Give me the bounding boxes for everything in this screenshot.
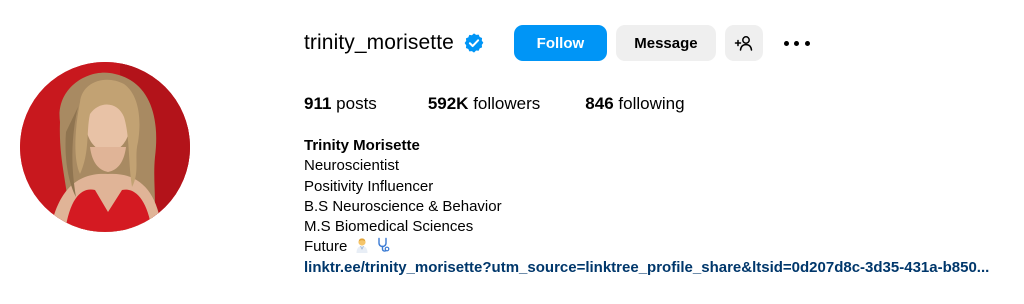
- bio-line: M.S Biomedical Sciences: [304, 218, 474, 236]
- more-options-icon[interactable]: [783, 25, 810, 61]
- bio-line-future: Future: [304, 237, 989, 257]
- bio-line: Neuroscientist: [304, 157, 400, 175]
- profile-username: trinity_morisette: [304, 31, 454, 54]
- following-stat[interactable]: 846 following: [585, 92, 684, 116]
- followers-stat[interactable]: 592K followers: [428, 92, 540, 116]
- bio-line: B.S Neuroscience & Behavior: [304, 197, 502, 215]
- followers-label: followers: [473, 94, 541, 113]
- avatar-image: [20, 62, 190, 232]
- bio-full-name: Trinity Morisette: [304, 137, 420, 154]
- posts-stat: 911 posts: [304, 92, 377, 116]
- posts-label: posts: [336, 94, 377, 113]
- follow-button[interactable]: Follow: [513, 25, 607, 61]
- bio-line-future-text: Future: [304, 238, 348, 256]
- scientist-emoji-icon: [356, 238, 368, 254]
- posts-count: 911: [304, 94, 332, 113]
- add-person-icon: [734, 36, 753, 51]
- verified-badge-icon: [463, 32, 485, 54]
- profile-avatar[interactable]: [20, 62, 190, 232]
- following-count: 846: [585, 94, 614, 113]
- profile-stats: 911 posts 592K followers 846 following: [304, 92, 685, 116]
- followers-count: 592K: [427, 94, 469, 113]
- profile-header: trinity_morisette Follow Message: [304, 25, 810, 61]
- following-label: following: [618, 94, 685, 113]
- bio-external-link[interactable]: linktr.ee/trinity_morisette?utm_source=l…: [304, 258, 989, 278]
- stethoscope-emoji-icon: [378, 238, 390, 253]
- profile-bio: Trinity Morisette Neuroscientist Positiv…: [304, 136, 989, 278]
- message-button[interactable]: Message: [615, 25, 716, 61]
- suggested-accounts-button[interactable]: [724, 25, 763, 61]
- bio-line: Positivity Influencer: [304, 177, 434, 195]
